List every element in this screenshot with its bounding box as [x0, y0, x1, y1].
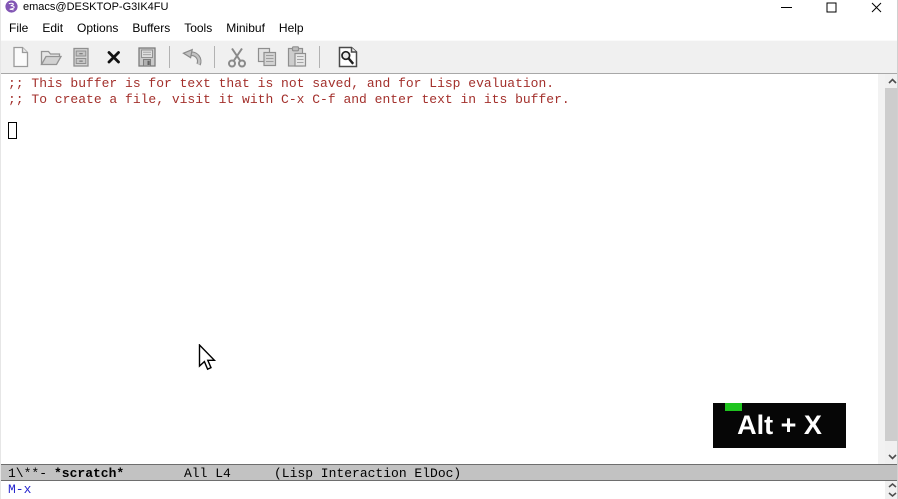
minibuffer-scroll-up-button[interactable] — [885, 481, 897, 490]
paste-clipboard-icon — [287, 46, 307, 67]
emacs-window: emacs@DESKTOP-G3IK4FU File Edit Options … — [0, 0, 898, 499]
paste-button[interactable] — [282, 43, 312, 71]
isearch-magnifier-icon — [338, 46, 358, 68]
toolbar-separator — [319, 46, 320, 68]
menu-edit[interactable]: Edit — [42, 19, 63, 37]
close-buffer-icon — [107, 51, 120, 64]
minimize-icon — [781, 7, 792, 8]
scroll-up-arrow-icon — [887, 78, 897, 84]
cut-scissors-icon — [228, 47, 246, 68]
toolbar-separator — [169, 46, 170, 68]
copy-icon — [257, 47, 277, 67]
buffer-line-2: ;; To create a file, visit it with C-x C… — [8, 92, 570, 107]
modeline-coding-mnemonics: 1\**- — [8, 466, 48, 481]
undo-button[interactable] — [177, 43, 207, 71]
menu-file[interactable]: File — [9, 19, 28, 37]
new-file-button[interactable] — [6, 43, 36, 71]
save-buffer-button[interactable] — [132, 43, 162, 71]
dired-button[interactable] — [66, 43, 96, 71]
tool-bar — [1, 40, 897, 74]
modeline-buffer-name[interactable]: *scratch* — [54, 466, 124, 481]
open-file-button[interactable] — [36, 43, 66, 71]
mouse-pointer-icon — [198, 344, 217, 371]
text-cursor-hollow-box — [8, 122, 17, 139]
save-floppy-icon — [138, 47, 156, 67]
emacs-logo-icon — [5, 0, 18, 13]
cut-button[interactable] — [222, 43, 252, 71]
title-bar: emacs@DESKTOP-G3IK4FU — [1, 0, 897, 15]
scroll-up-button[interactable] — [885, 74, 897, 88]
scroll-down-button[interactable] — [885, 450, 897, 464]
toolbar-separator — [214, 46, 215, 68]
minibuffer-prompt: M-x — [8, 482, 32, 497]
menu-buffers[interactable]: Buffers — [132, 19, 170, 37]
menu-minibuf[interactable]: Minibuf — [226, 19, 265, 37]
close-buffer-button[interactable] — [99, 43, 129, 71]
window-fringe — [878, 74, 885, 464]
maximize-button[interactable] — [809, 0, 854, 15]
menu-options[interactable]: Options — [77, 19, 118, 37]
scroll-down-arrow-icon — [887, 454, 897, 460]
menu-help[interactable]: Help — [279, 19, 304, 37]
maximize-icon — [826, 2, 837, 13]
vertical-scrollbar[interactable] — [885, 74, 897, 464]
close-button[interactable] — [854, 0, 897, 15]
mode-line: 1\**- *scratch* All L4 (Lisp Interaction… — [1, 464, 897, 481]
keycast-label: Alt + X — [737, 410, 822, 440]
scrollbar-thumb[interactable] — [885, 88, 897, 441]
window-controls — [764, 0, 897, 15]
modeline-position: All L4 — [184, 466, 231, 481]
open-folder-icon — [40, 50, 63, 66]
dired-cabinet-icon — [73, 47, 89, 67]
scroll-down-arrow-icon — [888, 492, 896, 497]
window-title: emacs@DESKTOP-G3IK4FU — [23, 1, 169, 13]
new-file-icon — [13, 46, 29, 68]
modeline-major-mode[interactable]: (Lisp Interaction ElDoc) — [274, 466, 461, 481]
menu-tools[interactable]: Tools — [184, 19, 212, 37]
close-icon — [871, 2, 882, 13]
minibuffer[interactable]: M-x — [1, 481, 885, 499]
keycast-overlay: Alt + X — [713, 403, 846, 448]
undo-arrow-icon — [182, 48, 202, 66]
minimize-button[interactable] — [764, 0, 809, 15]
buffer-line-1: ;; This buffer is for text that is not s… — [8, 76, 555, 91]
menu-bar: File Edit Options Buffers Tools Minibuf … — [1, 15, 897, 40]
copy-button[interactable] — [252, 43, 282, 71]
isearch-button[interactable] — [333, 43, 363, 71]
minibuffer-scroll-down-button[interactable] — [885, 490, 897, 499]
minibuffer-scrollbar[interactable] — [885, 481, 897, 499]
scroll-up-arrow-icon — [888, 483, 896, 488]
